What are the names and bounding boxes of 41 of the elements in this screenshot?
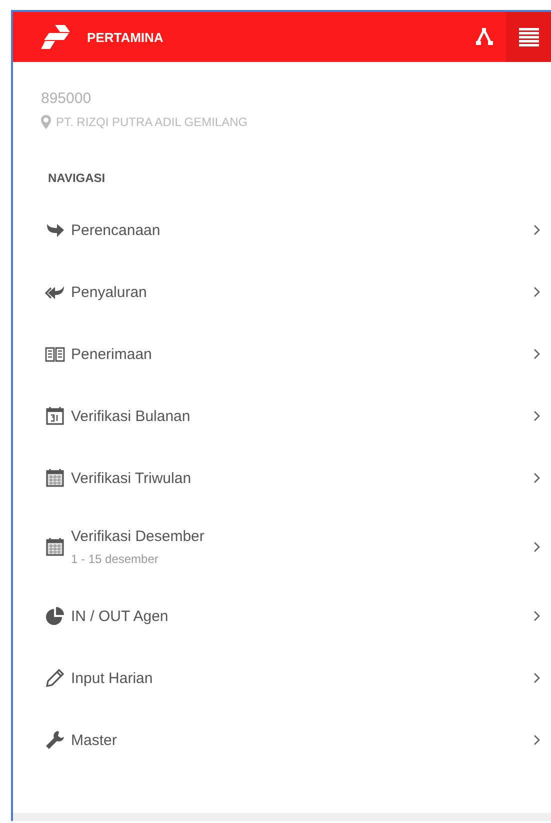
nav-item[interactable]: IN / OUT Agen [13, 585, 551, 647]
menu-icon [518, 27, 540, 47]
chevron-right-icon [533, 610, 541, 622]
nav-item[interactable]: Verifikasi Triwulan [13, 447, 551, 509]
chevron-right-icon [533, 224, 541, 236]
calendar-icon [45, 468, 65, 488]
nav-item-label: Penyaluran [71, 284, 148, 300]
chevron-right-icon [533, 734, 541, 746]
nav-item[interactable]: Input Harian [13, 647, 551, 709]
calendar-icon [45, 406, 65, 426]
chevron-right-icon [533, 410, 541, 422]
company-name: PT. RIZQI PUTRA ADIL GEMILANG [56, 115, 248, 129]
chevron-right-icon [533, 286, 541, 298]
nav-item-label: Verifikasi Bulanan [71, 408, 192, 424]
nav-item-label: Verifikasi Triwulan [71, 470, 192, 486]
nav-item[interactable]: Perencanaan [13, 199, 551, 261]
wrench-icon [45, 730, 65, 750]
brand-name: PERTAMINA [87, 30, 164, 44]
nav-item[interactable]: Verifikasi Bulanan [13, 385, 551, 447]
chevron-right-icon [533, 472, 541, 484]
nav-item-label: Input Harian [71, 670, 154, 686]
nav-item-subtitle: 1 - 15 desember [71, 552, 160, 566]
chevron-right-icon [533, 541, 541, 553]
account-id: 895000 [41, 90, 92, 107]
chevron-right-icon [533, 348, 541, 360]
nav-item-label: Master [71, 732, 118, 748]
nav-item-label: IN / OUT Agen [71, 608, 170, 624]
nav-item[interactable]: Penyaluran [13, 261, 551, 323]
location-pin-icon [41, 115, 51, 129]
pie-chart-icon [45, 606, 65, 626]
nav-item-label: Perencanaan [71, 222, 162, 238]
pencil-icon [45, 668, 65, 688]
nav-item-label: Penerimaan [71, 346, 153, 362]
nav-item[interactable]: Penerimaan [13, 323, 551, 385]
calendar-icon [45, 537, 65, 557]
nav-item[interactable]: Master [13, 709, 551, 771]
nav-item[interactable]: Verifikasi Desember 1 - 15 desember [13, 509, 551, 585]
nav-item-label: Verifikasi Desember [71, 528, 206, 545]
chevron-right-icon [533, 672, 541, 684]
nav-heading: NAVIGASI [48, 171, 106, 185]
menu-button[interactable] [506, 12, 551, 62]
